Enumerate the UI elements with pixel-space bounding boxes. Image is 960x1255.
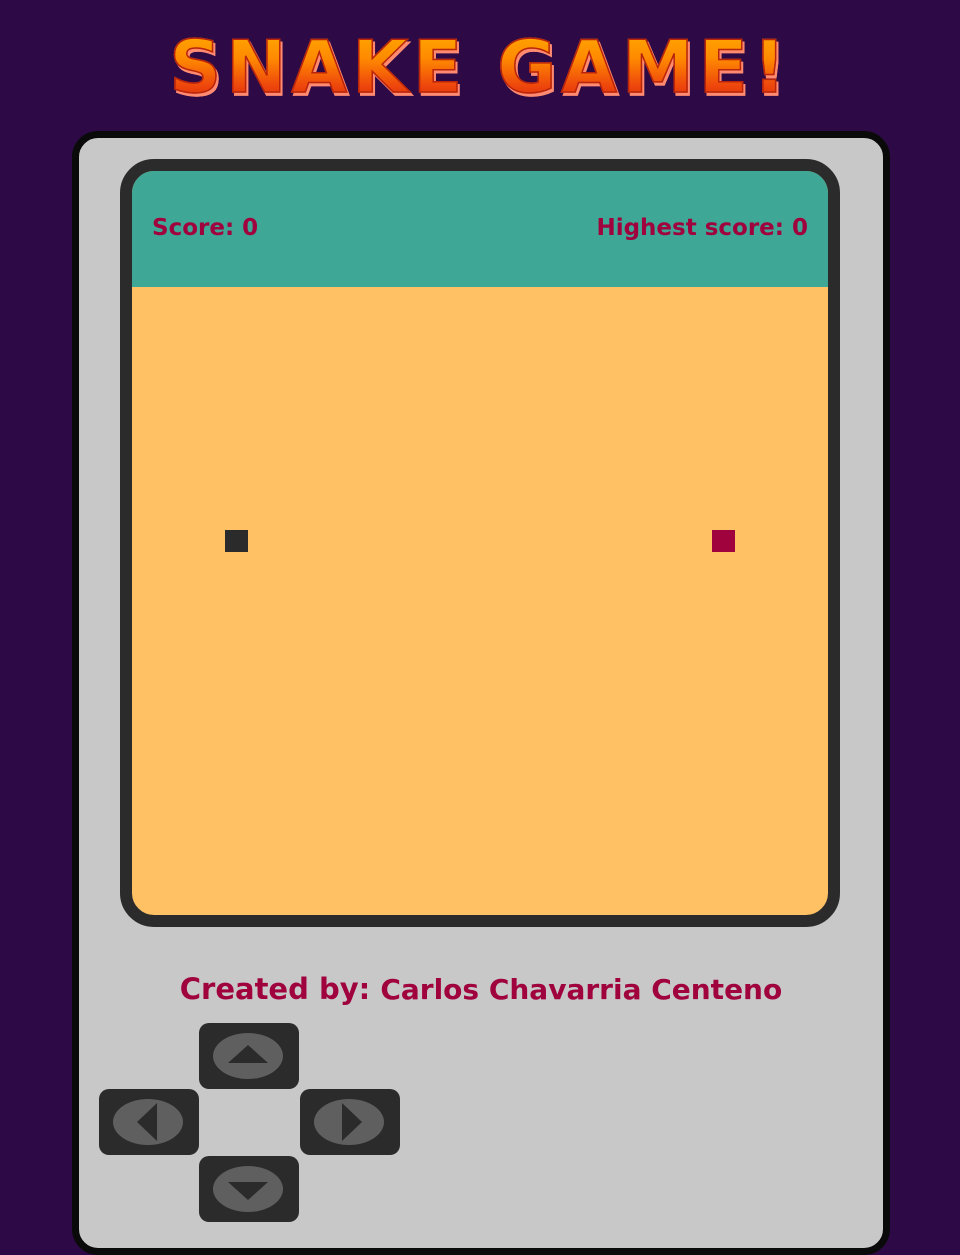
down-button[interactable] bbox=[199, 1156, 299, 1222]
scoreboard: Score: 0 Highest score: 0 bbox=[132, 171, 828, 287]
game-title: SNAKE GAME! bbox=[0, 24, 960, 110]
right-button[interactable] bbox=[300, 1089, 400, 1155]
food-item bbox=[712, 530, 735, 552]
arrow-up-icon bbox=[228, 1045, 268, 1063]
highest-score: Highest score: 0 bbox=[596, 215, 808, 241]
credits-label: Created by: bbox=[179, 972, 371, 1006]
arrow-down-icon bbox=[228, 1182, 268, 1200]
up-button[interactable] bbox=[199, 1023, 299, 1089]
console-body: Score: 0 Highest score: 0 Created by: Ca… bbox=[72, 131, 890, 1255]
current-score: Score: 0 bbox=[152, 215, 259, 241]
game-board[interactable] bbox=[132, 287, 828, 915]
snake-segment bbox=[225, 530, 248, 552]
arrow-left-icon bbox=[137, 1103, 157, 1141]
credits: Created by: Carlos Chavarria Centeno bbox=[79, 971, 883, 1008]
game-screen: Score: 0 Highest score: 0 bbox=[120, 159, 840, 927]
left-button[interactable] bbox=[99, 1089, 199, 1155]
arrow-right-icon bbox=[342, 1103, 362, 1141]
credits-author: Carlos Chavarria Centeno bbox=[380, 973, 783, 1006]
